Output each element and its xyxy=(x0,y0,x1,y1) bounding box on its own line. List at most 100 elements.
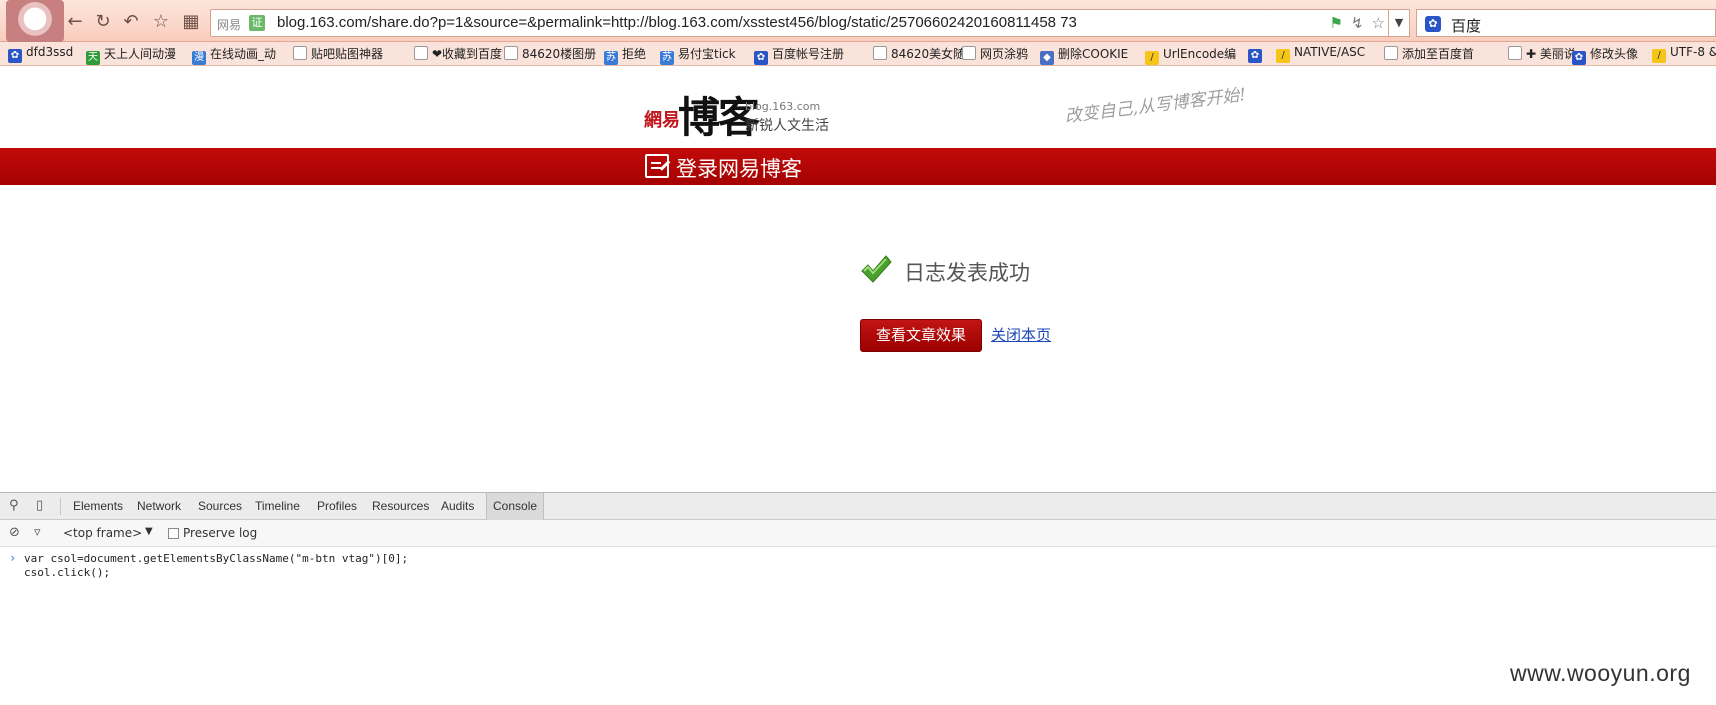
logo-domain: blog.163.com xyxy=(745,100,821,113)
slogan: 改变自己,从写博客开始! xyxy=(1063,84,1248,128)
tab-console[interactable]: Console xyxy=(486,493,545,520)
bookmarks-bar: ✿ dfd3ssd 天天上人间动漫漫在线动画_动 贴吧贴图神器 ❤收藏到百度 84620楼… xyxy=(0,42,1716,66)
blog-header: 網易 博客 blog.163.com 新锐人文生活 改变自己,从写博客开始! xyxy=(0,66,1716,148)
search-input[interactable]: ✿ 百度 xyxy=(1416,9,1716,37)
frame-select[interactable]: <top frame> xyxy=(63,526,142,540)
bookmark-item[interactable]: ✿ 百度帐号注册 xyxy=(754,45,844,65)
tab-elements[interactable]: Elements xyxy=(73,499,123,513)
paw-icon: ✿ xyxy=(1248,49,1262,63)
console-output[interactable]: › var csol=document.getElementsByClassNa… xyxy=(0,547,1716,705)
paw-icon: ✿ xyxy=(1572,51,1586,65)
chevron-down-icon[interactable]: ▼ xyxy=(145,526,153,537)
bookmark-item[interactable]: / UTF-8 & xyxy=(1652,45,1716,63)
page-icon xyxy=(504,46,518,60)
paw-icon: ✿ xyxy=(8,49,22,63)
filter-icon[interactable]: ▿ xyxy=(34,526,48,540)
bookmark-label: 删除COOKIE xyxy=(1058,47,1129,61)
bookmark-label: dfd3ssd xyxy=(26,45,74,59)
tab-profiles[interactable]: Profiles xyxy=(317,499,357,513)
login-link[interactable]: 登录网易博客 xyxy=(676,153,802,183)
bookmark-item[interactable]: ✿ 修改头像 xyxy=(1572,45,1638,65)
bookmark-label: 天上人间动漫 xyxy=(104,47,177,61)
bookmark-label: ✚ 美丽说 xyxy=(1526,47,1576,61)
logo-tagline: 新锐人文生活 xyxy=(745,118,829,134)
tab-timeline[interactable]: Timeline xyxy=(255,499,300,513)
safe-shield-icon: ⚑ xyxy=(1329,14,1351,32)
watermark: www.wooyun.org xyxy=(1510,660,1691,686)
close-page-link[interactable]: 关闭本页 xyxy=(991,324,1051,345)
page-icon xyxy=(1384,46,1398,60)
bookmark-label: 易付宝tick xyxy=(678,47,736,61)
bookmark-label: 修改头像 xyxy=(1590,47,1639,61)
back-icon[interactable]: ← xyxy=(64,11,86,33)
tab-resources[interactable]: Resources xyxy=(372,499,429,513)
bookmark-label: NATIVE/ASC xyxy=(1294,45,1366,59)
yellow-icon: / xyxy=(1652,49,1666,63)
preserve-log-checkbox[interactable] xyxy=(168,528,179,539)
bookmark-label: 84620美女随 xyxy=(891,47,966,61)
device-mode-icon[interactable]: ▯ xyxy=(36,499,50,513)
bookmark-item[interactable]: 网页涂鸦 xyxy=(962,45,1028,62)
bookmark-item[interactable]: 苏易付宝tick xyxy=(660,45,736,65)
address-icons: ⚑↯☆ xyxy=(1330,14,1393,32)
bookmark-item[interactable]: 苏拒绝 xyxy=(604,45,646,65)
bookmark-item[interactable]: ◆ 删除COOKIE xyxy=(1040,45,1128,65)
page-icon xyxy=(293,46,307,60)
page-icon xyxy=(962,46,976,60)
lightning-icon: ↯ xyxy=(1350,14,1372,32)
apps-icon[interactable]: ▦ xyxy=(180,11,202,33)
shield-icon: ◆ xyxy=(1040,51,1054,65)
console-toolbar: ⊘ ▿ <top frame> ▼ Preserve log xyxy=(0,520,1716,547)
bookmark-label: 贴吧贴图神器 xyxy=(311,47,384,61)
clear-console-icon[interactable]: ⊘ xyxy=(9,526,23,540)
logo-netease[interactable]: 網易 xyxy=(644,106,680,132)
profile-avatar[interactable] xyxy=(6,0,64,42)
refresh-icon[interactable]: ↻ xyxy=(92,11,114,33)
console-line: csol.click(); xyxy=(24,566,111,579)
undo-icon[interactable]: ↶ xyxy=(120,11,142,33)
paw-icon: ✿ xyxy=(754,51,768,65)
page-icon xyxy=(873,46,887,60)
bookmark-item[interactable]: ✿ dfd3ssd xyxy=(8,45,73,63)
bookmark-item[interactable]: 84620楼图册 xyxy=(504,45,596,62)
address-bar[interactable]: 网易 证 blog.163.com/share.do?p=1&source=&p… xyxy=(210,9,1402,37)
address-dropdown-icon[interactable]: ▼ xyxy=(1388,9,1410,37)
bookmark-item[interactable]: / UrlEncode编 xyxy=(1145,45,1236,65)
edit-icon xyxy=(645,154,669,178)
url-text[interactable]: blog.163.com/share.do?p=1&source=&permal… xyxy=(277,14,1077,31)
bookmark-item[interactable]: 84620美女随 xyxy=(873,45,965,62)
devtools-tabbar: ⚲ ▯ Elements Network Sources Timeline Profil… xyxy=(0,493,1716,520)
success-text: 日志发表成功 xyxy=(904,261,1030,285)
tab-network[interactable]: Network xyxy=(137,499,181,513)
search-engine-label: 百度 xyxy=(1451,17,1482,35)
login-bar: 登录网易博客 xyxy=(0,148,1716,185)
bookmark-item[interactable]: 添加至百度首 xyxy=(1384,45,1474,62)
preserve-log-label: Preserve log xyxy=(183,526,258,540)
tab-audits[interactable]: Audits xyxy=(441,499,474,513)
su-icon: 苏 xyxy=(604,51,618,65)
yellow-icon: / xyxy=(1276,49,1290,63)
blue-site-icon: 漫 xyxy=(192,51,206,65)
bookmark-item[interactable]: 贴吧贴图神器 xyxy=(293,45,383,62)
tab-sources[interactable]: Sources xyxy=(198,499,242,513)
bookmark-item[interactable]: ❤收藏到百度 xyxy=(414,45,502,62)
inspect-search-icon[interactable]: ⚲ xyxy=(9,499,23,513)
bookmark-label: 添加至百度首 xyxy=(1402,47,1475,61)
bookmark-label: ❤收藏到百度 xyxy=(432,47,503,61)
bookmark-label: 百度帐号注册 xyxy=(772,47,845,61)
view-article-button[interactable]: 查看文章效果 xyxy=(860,319,982,352)
browser-toolbar: ← ↻ ↶ ☆ ▦ 网易 证 blog.163.com/share.do?p=1… xyxy=(0,0,1716,42)
bookmark-item[interactable]: ✚ 美丽说 xyxy=(1508,45,1576,62)
devtools-panel: ⚲ ▯ Elements Network Sources Timeline Profil… xyxy=(0,492,1716,704)
bookmark-item[interactable]: 天天上人间动漫 xyxy=(86,45,176,65)
bookmark-label: UTF-8 & xyxy=(1670,45,1716,59)
bookmark-item[interactable]: / NATIVE/ASC xyxy=(1276,45,1365,63)
console-line: var csol=document.getElementsByClassName… xyxy=(24,552,409,565)
certificate-icon[interactable]: 证 xyxy=(249,15,265,31)
bookmark-item[interactable]: ✿ xyxy=(1248,45,1266,63)
bookmark-label: 拒绝 xyxy=(622,47,647,61)
star-icon[interactable]: ☆ xyxy=(150,11,172,33)
bookmark-item[interactable]: 漫在线动画_动 xyxy=(192,45,276,65)
bookmark-label: 84620楼图册 xyxy=(522,47,597,61)
su-icon: 苏 xyxy=(660,51,674,65)
